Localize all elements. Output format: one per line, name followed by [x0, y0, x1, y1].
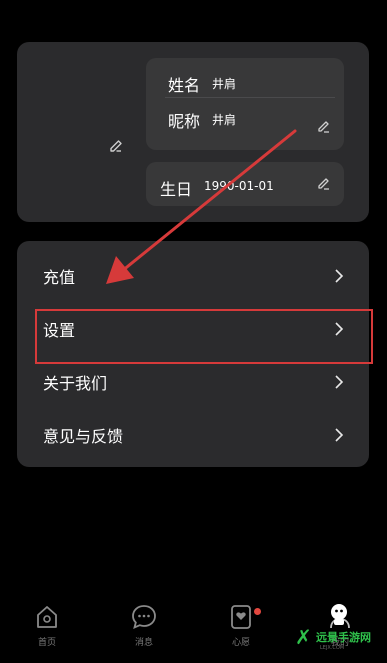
heart-card-icon	[231, 605, 251, 629]
nickname-edit-icon[interactable]	[316, 119, 332, 135]
menu-item-feedback[interactable]: 意见与反馈	[17, 408, 369, 461]
notification-badge	[254, 608, 261, 615]
birthday-value: 1990-01-01	[204, 179, 274, 193]
menu-item-label: 充值	[43, 267, 76, 287]
avatar-edit-icon[interactable]	[106, 136, 126, 156]
chevron-right-icon	[335, 427, 344, 442]
tab-label: 心愿	[231, 638, 250, 648]
birthday-label: 生日	[160, 180, 193, 199]
chevron-right-icon	[335, 374, 344, 389]
home-icon	[37, 606, 57, 628]
tab-wishes[interactable]: 心愿	[211, 604, 271, 654]
watermark-url: LEJX.COM	[320, 645, 345, 651]
name-label: 姓名	[168, 76, 201, 95]
watermark: ✗ 远景手游网 LEJX.COM	[290, 600, 387, 663]
tab-label: 首页	[37, 638, 56, 648]
mascot-icon	[331, 604, 347, 625]
tab-label: 消息	[134, 638, 153, 648]
menu-item-label: 意见与反馈	[43, 426, 124, 446]
birthday-edit-icon[interactable]	[316, 176, 332, 192]
message-icon	[132, 605, 156, 630]
menu-item-recharge[interactable]: 充值	[17, 249, 369, 302]
chevron-right-icon	[335, 268, 344, 283]
menu-item-label: 关于我们	[43, 373, 108, 393]
nickname-label: 昵称	[168, 112, 201, 131]
tab-messages[interactable]: 消息	[114, 604, 174, 654]
annotation-highlight-box	[35, 309, 373, 364]
name-value: 井肩	[212, 77, 237, 91]
divider	[165, 97, 335, 98]
nickname-value: 井肩	[212, 113, 237, 127]
tab-home[interactable]: 首页	[17, 604, 77, 654]
watermark-logo: ✗	[295, 625, 312, 649]
watermark-name: 远景手游网	[316, 631, 371, 644]
